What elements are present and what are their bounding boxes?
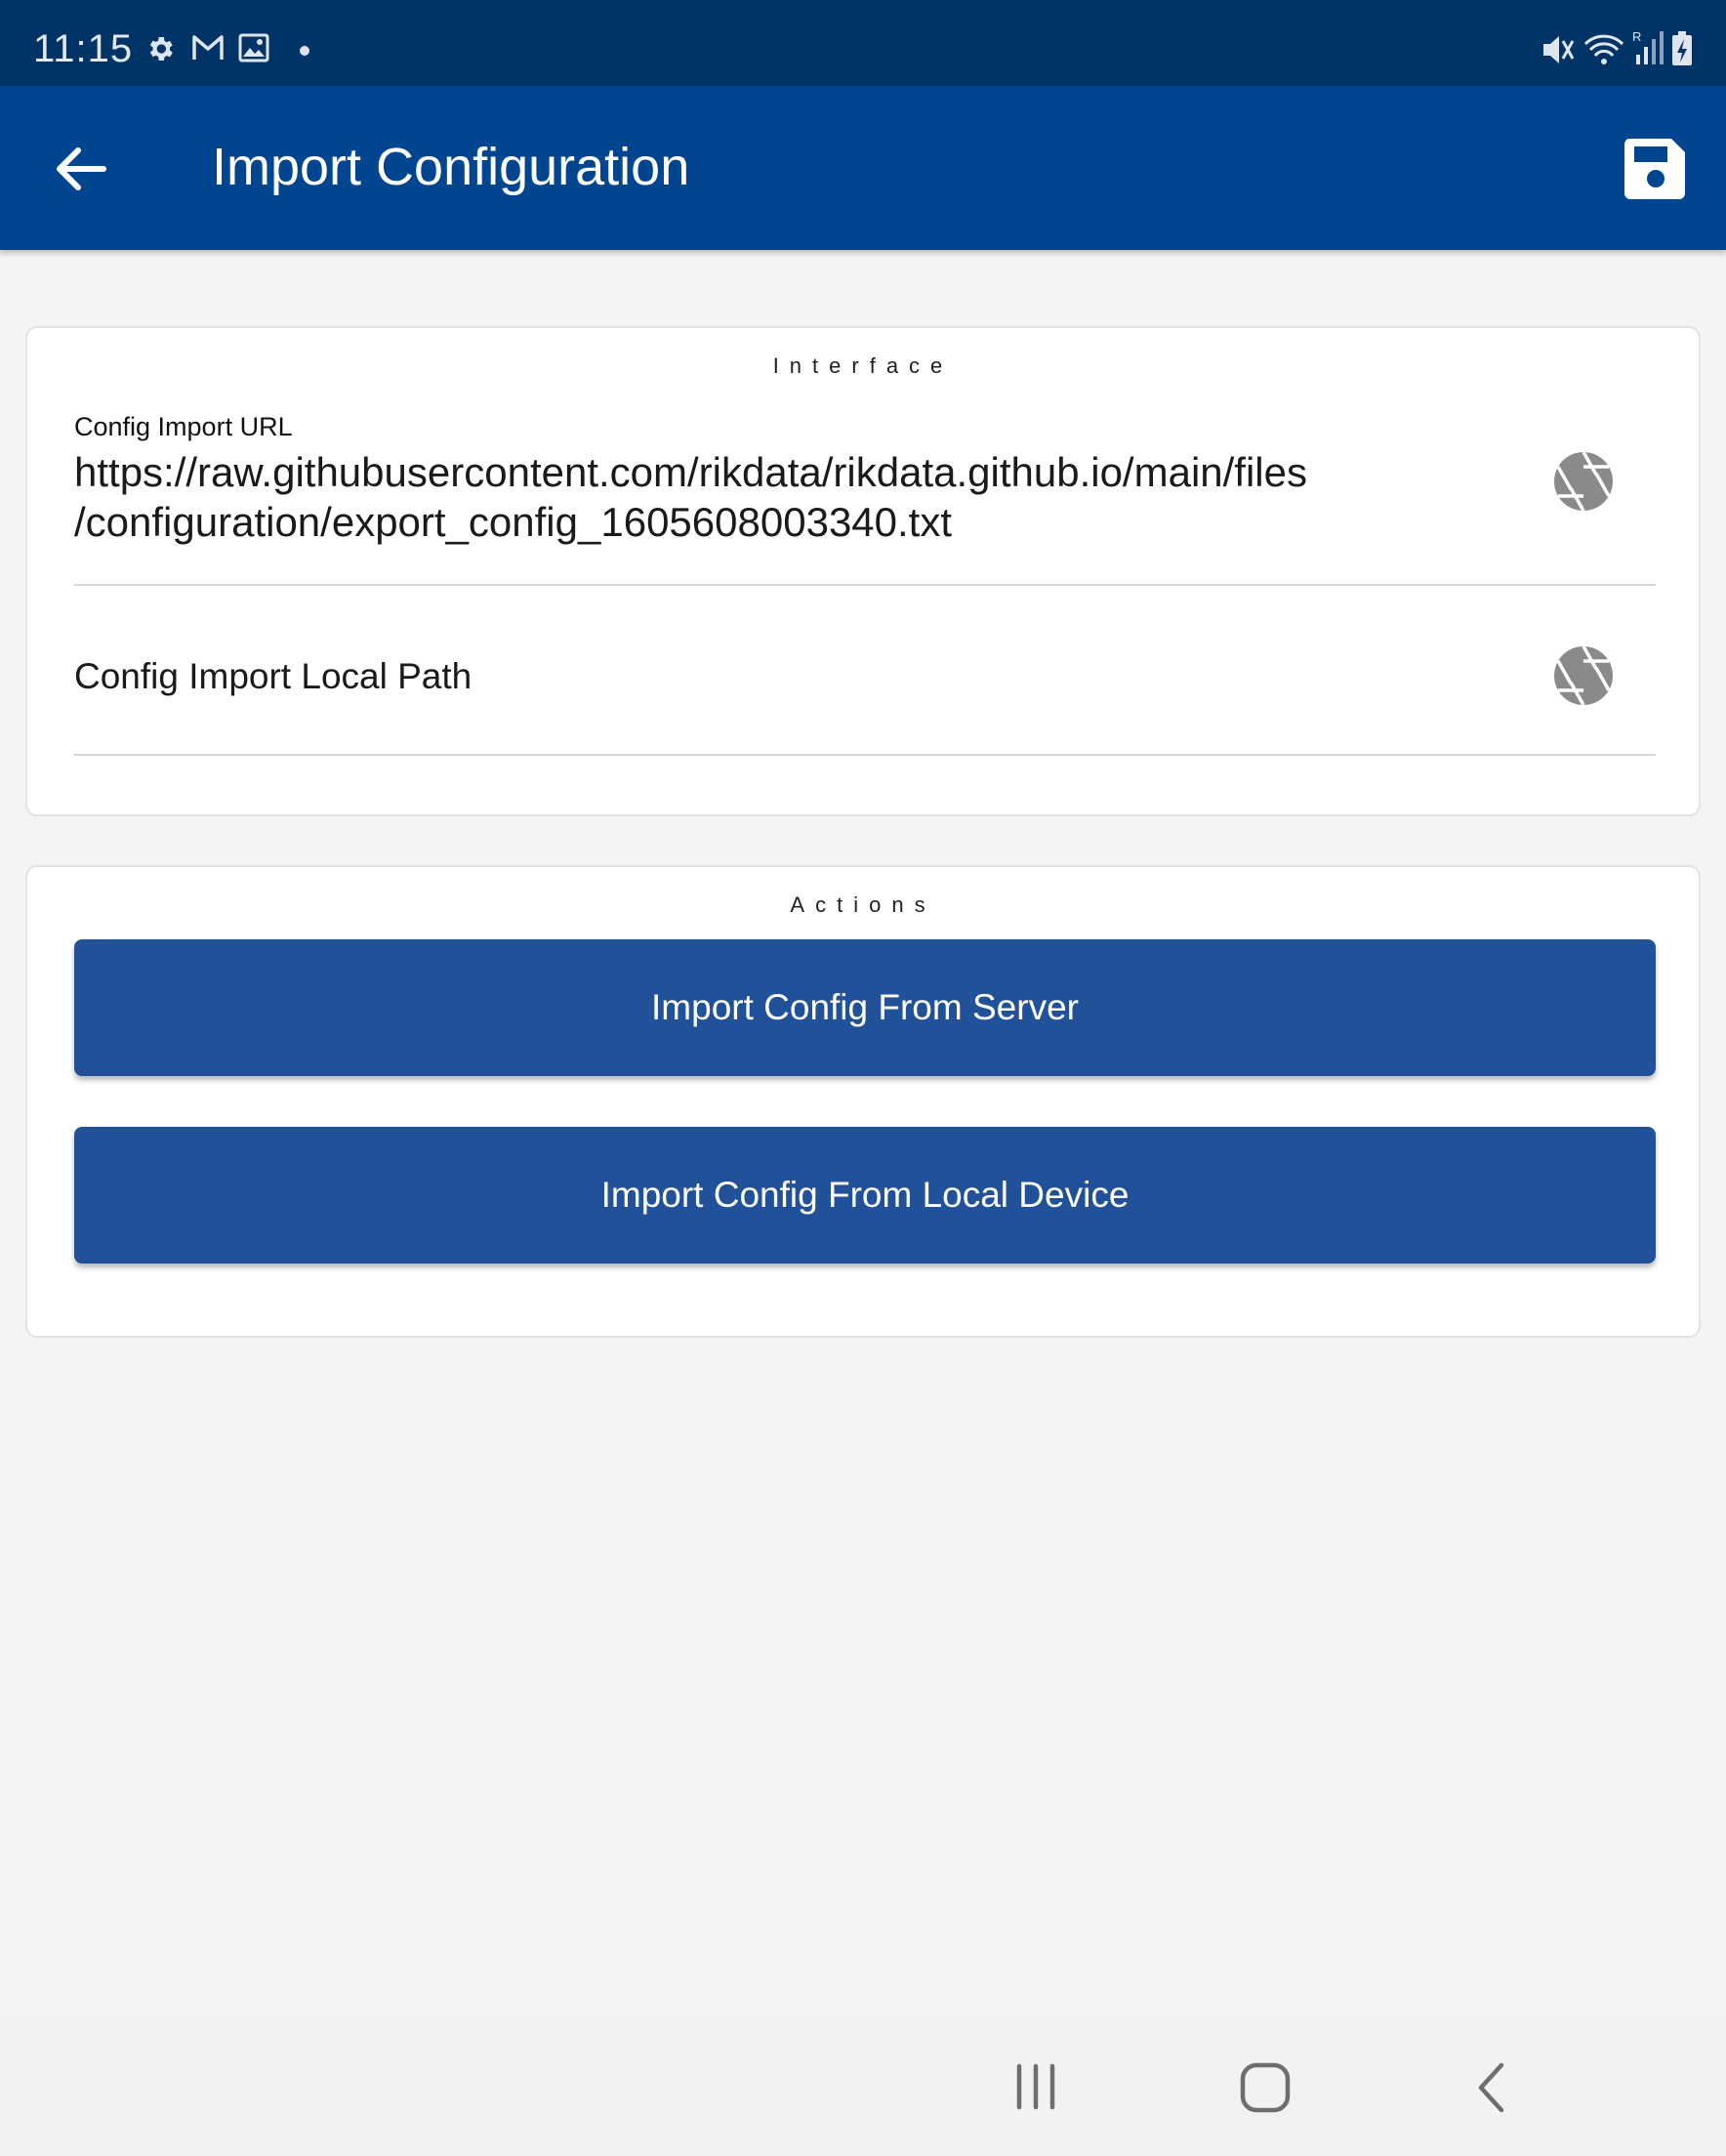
back-button[interactable] [49,137,113,201]
url-value-line-1: https://raw.githubusercontent.com/rikdat… [74,449,1307,495]
dot-icon [300,46,309,56]
back-chevron-icon[interactable] [1474,2060,1509,2115]
svg-text:R: R [1632,29,1641,44]
gmail-icon [192,35,224,60]
aperture-icon[interactable] [1553,645,1614,706]
system-nav-bar [0,2015,1726,2156]
interface-card: Interface Config Import URL https://raw.… [25,326,1701,816]
save-button[interactable] [1621,135,1689,203]
import-from-local-device-button[interactable]: Import Config From Local Device [74,1127,1656,1264]
interface-section-title: Interface [772,353,954,378]
local-path-field-label[interactable]: Config Import Local Path [74,656,472,697]
local-path-divider [74,754,1656,756]
app-bar: Import Configuration [0,86,1726,250]
url-value-line-2: /configuration/export_config_16056080033… [74,499,953,545]
signal-icon: R [1632,29,1664,64]
actions-card: Actions Import Config From Server Import… [25,865,1701,1338]
battery-charging-icon [1672,31,1692,65]
import-from-server-button[interactable]: Import Config From Server [74,939,1656,1076]
image-icon [238,33,269,62]
status-bar: 11:15 R [0,0,1726,86]
mute-icon [1543,36,1575,63]
arrow-left-icon [57,147,106,190]
gear-icon [149,37,173,61]
recent-apps-icon[interactable] [1011,2062,1060,2111]
url-field-label: Config Import URL [74,412,293,441]
actions-section-title: Actions [790,892,936,917]
status-time: 11:15 [33,27,134,70]
aperture-icon[interactable] [1553,451,1614,512]
home-icon[interactable] [1238,2060,1293,2115]
url-field-divider [74,584,1656,586]
floppy-disk-icon [1623,139,1685,199]
page-title: Import Configuration [212,138,690,196]
url-field-value[interactable]: https://raw.githubusercontent.com/rikdat… [74,447,1460,547]
wifi-icon [1583,34,1624,64]
